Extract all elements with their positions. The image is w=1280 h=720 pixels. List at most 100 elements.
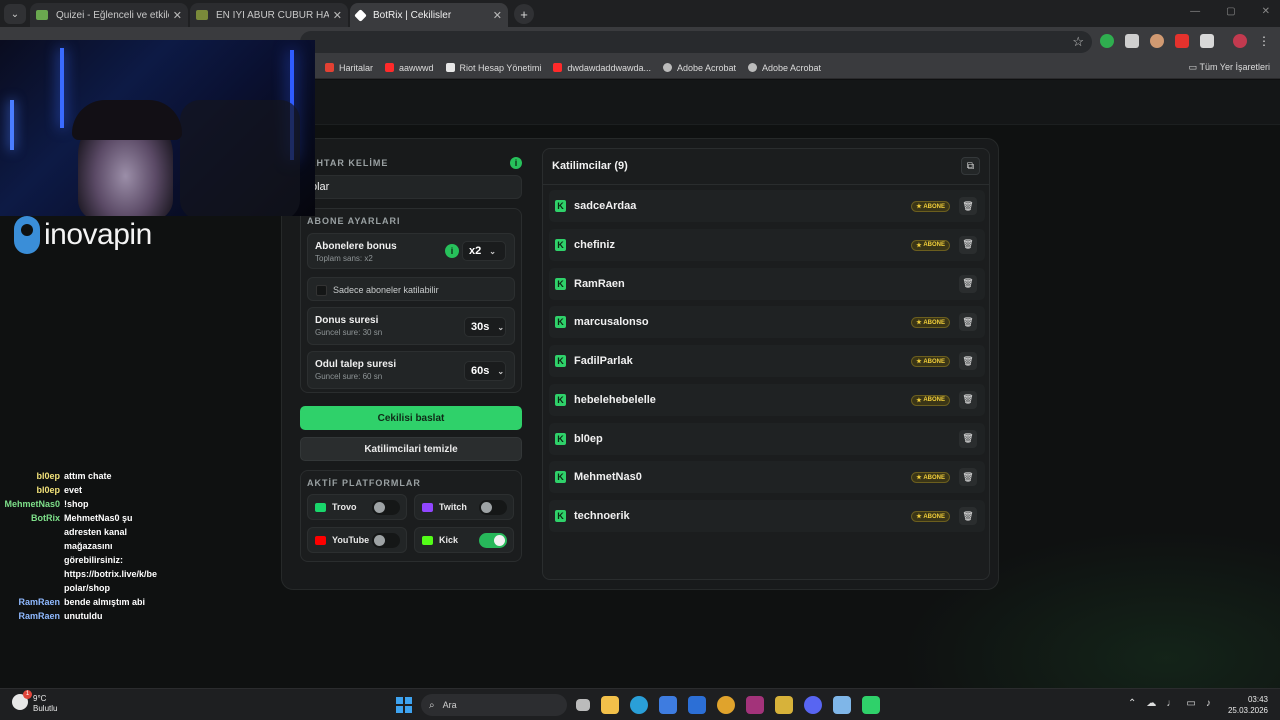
kick-icon: K (555, 432, 566, 445)
clear-participants-button[interactable]: Katilimcilari temizle (300, 437, 522, 461)
monkey-extension-icon[interactable] (1150, 34, 1164, 48)
claim-time-select[interactable]: 60s ⌄ (464, 361, 506, 381)
sub-bonus-select[interactable]: x2 ⌄ (462, 241, 506, 261)
subscriber-badge: ★ ABONE (911, 394, 950, 406)
subscriber-badge: ★ ABONE (911, 239, 950, 251)
discord-icon[interactable] (804, 696, 822, 714)
profile-icon[interactable] (1233, 34, 1247, 48)
edge-icon[interactable] (630, 696, 648, 714)
bookmark-item[interactable]: Riot Hesap Yönetimi (445, 63, 541, 73)
trash-icon[interactable]: 🗑 (959, 197, 977, 215)
taskbar-search[interactable]: ⌕ Ara (421, 694, 567, 716)
clock[interactable]: 03:43 25.03.2026 (1228, 694, 1268, 716)
maximize-icon[interactable]: ▢ (1226, 6, 1235, 17)
chrome-icon[interactable] (717, 696, 735, 714)
all-bookmarks[interactable]: ▭ Tüm Yer İşaretleri (1189, 62, 1270, 73)
chat-text: unutuldu (64, 611, 103, 621)
info-icon[interactable]: i (445, 244, 459, 258)
bookmark-item[interactable]: Haritalar (325, 63, 373, 73)
puzzle-extension-icon[interactable] (1200, 34, 1214, 48)
youtube-icon (553, 63, 563, 72)
chevron-down-icon: ⌄ (497, 366, 505, 376)
twitch-toggle[interactable] (479, 500, 507, 515)
close-icon[interactable]: ✕ (493, 9, 502, 22)
weather-widget[interactable]: 1 9°C Bulutlu (12, 690, 57, 714)
bookmark-item[interactable]: Adobe Acrobat (748, 63, 821, 73)
app-icon[interactable] (746, 696, 764, 714)
kick-toggle[interactable] (479, 533, 507, 548)
minimize-icon[interactable]: — (1190, 6, 1200, 17)
tab-abur-cubur[interactable]: EN İYİ ABUR CUBUR HANGİSİ? ✕ (190, 3, 348, 27)
shield-extension-icon[interactable] (1100, 34, 1114, 48)
bookmark-item[interactable]: Adobe Acrobat (662, 62, 737, 73)
app-icon[interactable] (862, 696, 880, 714)
search-icon: ⌕ (429, 699, 435, 711)
bonus-time-title: Donus suresi (315, 315, 379, 326)
only-subs-row[interactable]: Sadece aboneler katilabilir (307, 277, 515, 301)
trash-icon[interactable]: 🗑 (959, 235, 977, 254)
youtube-toggle[interactable] (372, 533, 400, 548)
system-tray: ⌃ ☁ ♩ ▭ ♪ (1128, 698, 1211, 709)
chevron-up-icon[interactable]: ⌃ (1128, 698, 1136, 709)
bookmark-item[interactable]: dwdawdaddwawda... (553, 63, 651, 73)
bookmark-label: Adobe Acrobat (762, 62, 822, 73)
task-view-icon[interactable] (576, 699, 590, 711)
start-raffle-button[interactable]: Cekilisi baslat (300, 406, 522, 430)
windows-start-icon[interactable] (396, 697, 412, 713)
folder-icon: ▭ (1188, 62, 1200, 72)
microphone-icon[interactable]: ♩ (1166, 698, 1176, 709)
tab-quizei[interactable]: Quizei - Eğlenceli ve etkileşimli ✕ (30, 3, 188, 27)
only-subs-checkbox[interactable] (316, 285, 327, 296)
participant-row: Kchefiniz ★ ABONE 🗑 (549, 228, 985, 261)
participant-row: Khebelehebelelle ★ ABONE 🗑 (549, 383, 985, 416)
tp-extension-icon[interactable] (1175, 34, 1189, 48)
badge-label: ABONE (923, 203, 945, 210)
bookmark-star-icon[interactable]: ☆ (1072, 34, 1084, 50)
keyword-input[interactable]: olar (300, 175, 522, 199)
cloud-icon[interactable]: ☁ (1146, 698, 1156, 709)
chat-message: BotRix MehmetNas0 şu adresten kanal mağaz… (0, 511, 170, 595)
trovo-toggle[interactable] (372, 500, 400, 515)
trash-icon[interactable]: 🗑 (959, 313, 977, 332)
trash-icon[interactable]: 🗑 (959, 274, 977, 293)
folder-extension-icon[interactable] (1125, 34, 1139, 48)
tab-title: BotRix | Cekilisler (373, 9, 452, 21)
platform-twitch: Twitch (414, 494, 514, 520)
trash-icon[interactable]: 🗑 (959, 507, 977, 525)
trash-icon[interactable]: 🗑 (959, 352, 977, 370)
all-bookmarks-label: Tüm Yer İşaretleri (1199, 62, 1270, 72)
volume-icon[interactable]: ♪ (1206, 698, 1211, 709)
date: 25.03.2026 (1227, 706, 1268, 715)
info-icon[interactable]: i (510, 157, 522, 169)
close-window-icon[interactable]: ✕ (1262, 6, 1270, 17)
bonus-time-select[interactable]: 30s ⌄ (464, 317, 506, 337)
time: 03:43 (1247, 695, 1268, 704)
tab-title: Quizei - Eğlenceli ve etkileşimli (56, 9, 169, 21)
close-icon[interactable]: ✕ (173, 9, 182, 22)
kick-icon: K (555, 200, 566, 212)
address-bar[interactable]: ☆ (300, 31, 1092, 53)
chat-overlay: bl0ep attım chate bl0ep evet MehmetNas0 !shop… (0, 469, 170, 623)
new-tab-button[interactable]: + (514, 4, 534, 24)
subscriber-badge: ★ ABONE (911, 511, 950, 522)
display-icon[interactable]: ▭ (1186, 698, 1195, 709)
claim-time-title: Odul talep suresi (315, 359, 397, 370)
tab-search-button[interactable]: ⌄ (4, 4, 26, 24)
trash-icon[interactable]: 🗑 (959, 390, 977, 409)
kebab-menu-icon[interactable]: ⋮ (1258, 34, 1272, 48)
badge-label: ABONE (923, 513, 945, 520)
trash-icon[interactable]: 🗑 (959, 429, 977, 448)
close-icon[interactable]: ✕ (333, 9, 342, 22)
mail-icon[interactable] (688, 696, 706, 714)
brand-text: inovapin (44, 218, 152, 251)
tab-botrix[interactable]: BotRix | Cekilisler ✕ (350, 3, 508, 27)
bonus-time-row: Donus suresi Guncel sure: 30 sn 30s ⌄ (307, 307, 515, 345)
app-icon[interactable] (833, 696, 851, 714)
trash-icon[interactable]: 🗑 (959, 468, 977, 487)
store-icon[interactable] (659, 696, 677, 714)
file-explorer-icon[interactable] (601, 696, 619, 714)
bookmark-item[interactable]: aawwwd (385, 63, 434, 73)
app-icon[interactable] (775, 696, 793, 714)
bookmark-label: Adobe Acrobat (676, 62, 737, 73)
copy-icon[interactable]: ⧉ (961, 157, 980, 175)
